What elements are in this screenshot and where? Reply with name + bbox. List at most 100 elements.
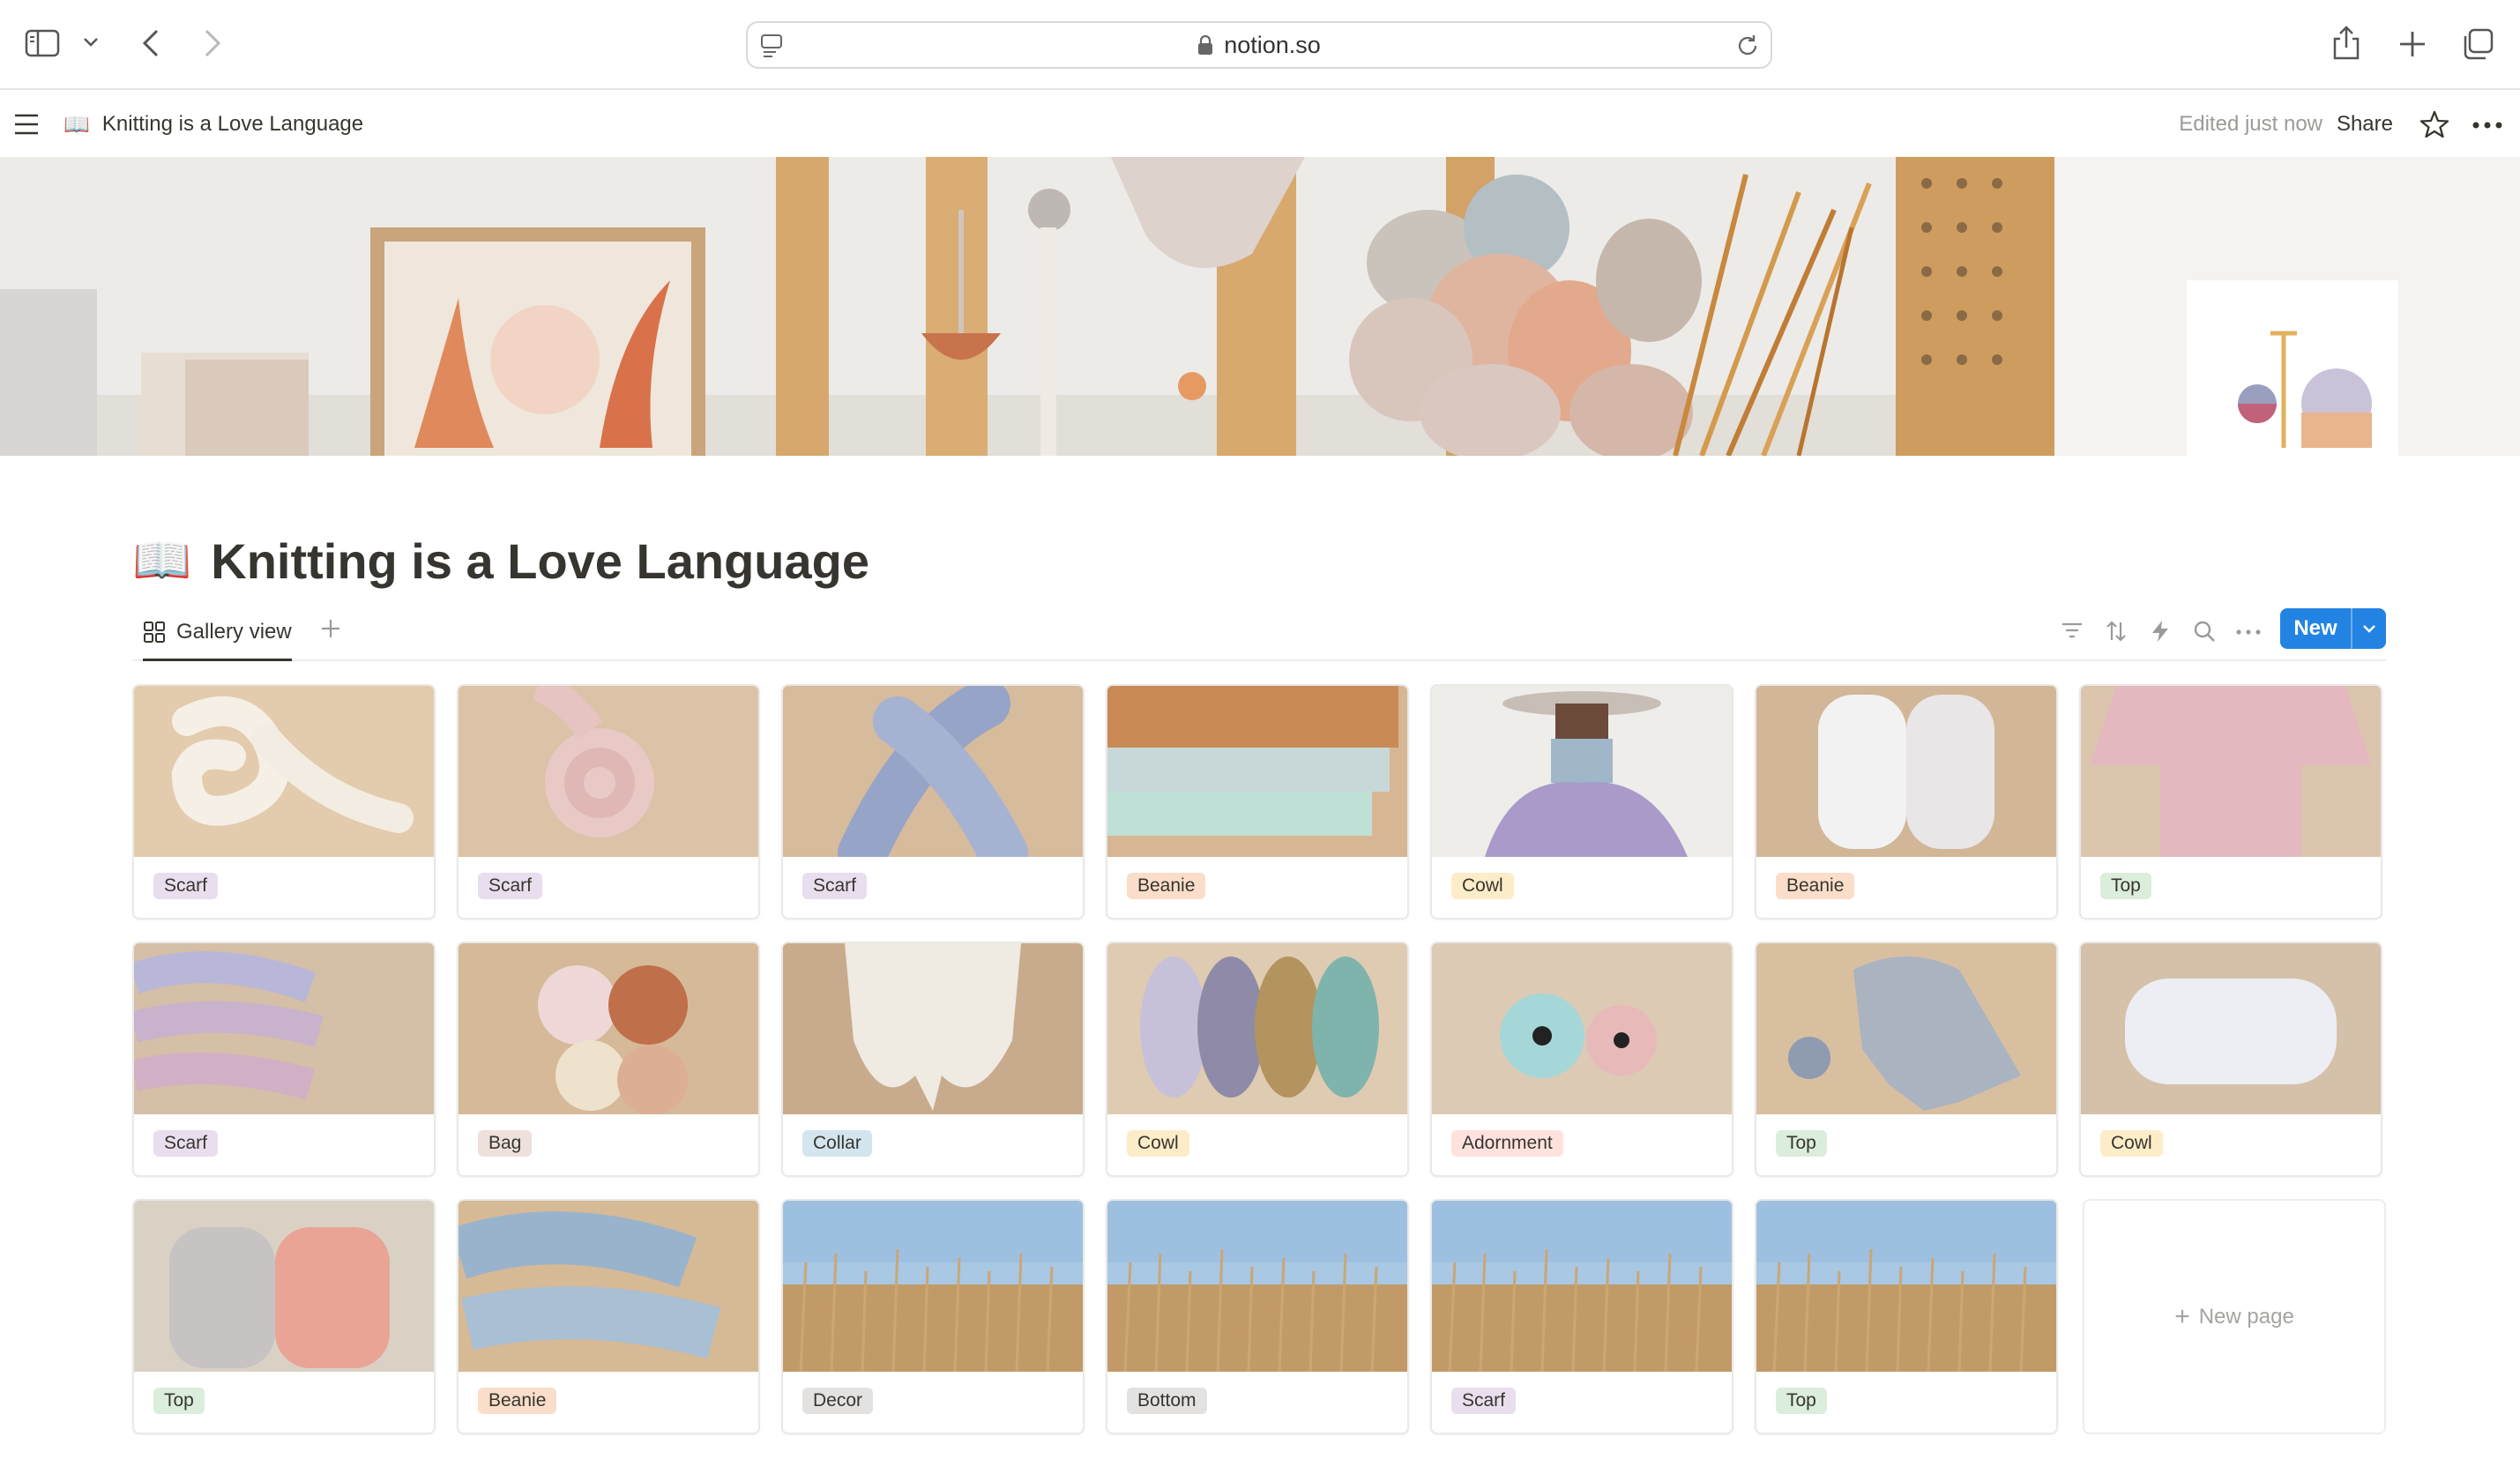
card-tag: Scarf	[153, 873, 219, 899]
tab-gallery-view[interactable]: Gallery view	[143, 605, 292, 661]
view-options-icon[interactable]	[2236, 629, 2261, 635]
gallery-grid-icon	[143, 621, 166, 644]
card-cover-image	[783, 943, 1083, 1114]
url-text: notion.so	[1224, 31, 1321, 58]
edited-status: Edited just now	[2179, 112, 2322, 136]
card-cover-image	[1756, 1201, 2056, 1372]
tab-label: Gallery view	[176, 620, 292, 644]
card-cover-image	[459, 1201, 758, 1372]
breadcrumb-title: Knitting is a Love Language	[101, 112, 364, 136]
gallery-card[interactable]: Scarf	[457, 684, 760, 919]
gallery-card[interactable]: Scarf	[781, 684, 1085, 919]
search-icon[interactable]	[2192, 619, 2217, 644]
breadcrumb[interactable]: 📖 Knitting is a Love Language	[63, 92, 363, 157]
gallery-card[interactable]: Collar	[781, 942, 1085, 1177]
filter-icon[interactable]	[2060, 619, 2084, 642]
gallery-card[interactable]: Decor	[781, 1199, 1085, 1434]
plus-icon: +	[2174, 1301, 2190, 1331]
lock-icon	[1197, 34, 1213, 56]
gallery-card[interactable]: Adornment	[1430, 942, 1733, 1177]
star-icon[interactable]	[2419, 109, 2449, 139]
menu-icon[interactable]	[14, 113, 39, 136]
card-cover-image	[134, 1201, 434, 1372]
forward-icon[interactable]	[203, 28, 222, 58]
card-tag: Scarf	[153, 1130, 219, 1157]
address-bar[interactable]: notion.so	[746, 21, 1772, 69]
book-icon: 📖	[63, 112, 90, 137]
book-icon[interactable]: 📖	[132, 533, 191, 589]
card-cover-image	[783, 686, 1083, 857]
gallery-card[interactable]: Bottom	[1106, 1199, 1409, 1434]
card-tag: Scarf	[802, 873, 868, 899]
new-button-label: New	[2293, 616, 2337, 640]
gallery-card[interactable]: Cowl	[1430, 684, 1733, 919]
card-cover-image	[1756, 686, 2056, 857]
card-tag: Cowl	[1451, 873, 1514, 899]
card-tag: Bottom	[1127, 1388, 1207, 1414]
page-title-text: Knitting is a Love Language	[211, 532, 869, 589]
database-view-bar: Gallery view New	[132, 605, 2386, 661]
reload-icon[interactable]	[1735, 34, 1760, 58]
card-cover-image	[1107, 1201, 1407, 1372]
card-cover-image	[2081, 686, 2381, 857]
share-button[interactable]: Share	[2337, 92, 2393, 157]
card-tag: Cowl	[2100, 1130, 2163, 1157]
gallery-card[interactable]: Cowl	[1106, 942, 1409, 1177]
gallery-card[interactable]: Top	[1755, 942, 2058, 1177]
card-cover-image	[783, 1201, 1083, 1372]
chevron-down-icon[interactable]	[83, 37, 99, 48]
card-tag: Top	[1776, 1130, 1827, 1157]
gallery-card[interactable]: Beanie	[457, 1199, 760, 1434]
card-tag: Top	[1776, 1388, 1827, 1414]
card-tag: Beanie	[1776, 873, 1855, 899]
sort-icon[interactable]	[2104, 619, 2129, 644]
sidebar-toggle-icon[interactable]	[25, 29, 60, 57]
gallery-card[interactable]: Top	[2079, 684, 2382, 919]
gallery-card[interactable]: Top	[132, 1199, 436, 1434]
back-icon[interactable]	[141, 28, 160, 58]
card-cover-image	[1432, 1201, 1732, 1372]
card-cover-image	[1107, 686, 1407, 857]
card-cover-image	[1756, 943, 2056, 1114]
new-page-card[interactable]: + New page	[2083, 1199, 2386, 1434]
new-page-label: New page	[2198, 1304, 2294, 1329]
gallery-card[interactable]: Scarf	[1430, 1199, 1733, 1434]
new-button[interactable]: New	[2280, 608, 2386, 649]
card-tag: Collar	[802, 1130, 872, 1157]
card-cover-image	[1432, 686, 1732, 857]
url-display: notion.so	[748, 23, 1771, 67]
gallery-card[interactable]: Beanie	[1106, 684, 1409, 919]
more-options-icon[interactable]	[2472, 122, 2502, 129]
card-tag: Beanie	[1127, 873, 1206, 899]
notion-topbar: 📖 Knitting is a Love Language Edited jus…	[0, 92, 2520, 157]
chevron-down-icon[interactable]	[2352, 624, 2386, 633]
card-tag: Beanie	[478, 1388, 557, 1414]
add-view-icon[interactable]	[319, 617, 342, 640]
gallery-card[interactable]: Scarf	[132, 942, 436, 1177]
cover-image[interactable]	[0, 157, 2520, 456]
new-tab-icon[interactable]	[2398, 30, 2427, 58]
card-tag: Decor	[802, 1388, 874, 1414]
card-cover-image	[1432, 943, 1732, 1114]
share-sheet-icon[interactable]	[2331, 25, 2361, 62]
gallery-card[interactable]: Scarf	[132, 684, 436, 919]
gallery-card[interactable]: Beanie	[1755, 684, 2058, 919]
card-cover-image	[2081, 943, 2381, 1114]
card-cover-image	[1107, 943, 1407, 1114]
gallery-card[interactable]: Cowl	[2079, 942, 2382, 1177]
card-tag: Scarf	[478, 873, 543, 899]
card-tag: Adornment	[1451, 1130, 1563, 1157]
browser-toolbar: notion.so	[0, 0, 2520, 90]
card-cover-image	[134, 943, 434, 1114]
card-tag: Scarf	[1451, 1388, 1517, 1414]
card-cover-image	[459, 686, 758, 857]
page-title[interactable]: 📖 Knitting is a Love Language	[132, 525, 869, 596]
gallery-card[interactable]: Bag	[457, 942, 760, 1177]
automation-bolt-icon[interactable]	[2150, 619, 2171, 644]
card-cover-image	[459, 943, 758, 1114]
gallery-card[interactable]: Top	[1755, 1199, 2058, 1434]
tab-overview-icon[interactable]	[2462, 28, 2494, 60]
card-tag: Top	[2100, 873, 2151, 899]
card-tag: Cowl	[1127, 1130, 1189, 1157]
card-tag: Top	[153, 1388, 205, 1414]
